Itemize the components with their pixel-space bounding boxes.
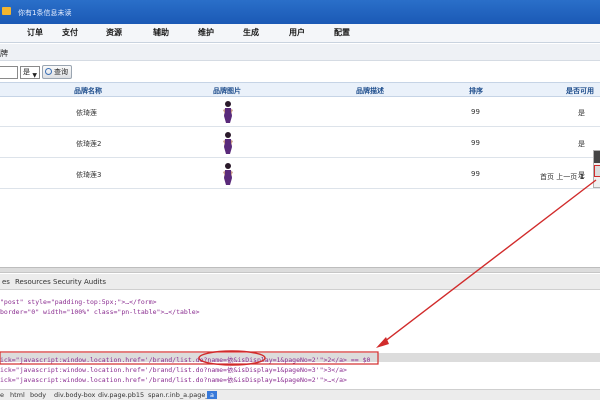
dom-node-link-page2[interactable]: ick="javascript:window.location.href='/b… — [0, 354, 370, 364]
column-header-brand-desc[interactable]: 品牌描述 — [356, 86, 384, 96]
devtab-resources[interactable]: Resources — [15, 278, 51, 286]
menu-item-auxiliary[interactable]: 辅助 — [153, 27, 169, 38]
page-link-2-highlighted[interactable] — [594, 165, 600, 177]
menu-item-orders[interactable]: 订单 — [27, 27, 43, 38]
query-button[interactable]: 查询 — [42, 65, 72, 79]
menu-item-maintenance[interactable]: 维护 — [198, 27, 214, 38]
pager-current[interactable]: 1 — [579, 173, 584, 181]
crumb-html[interactable]: html — [10, 391, 25, 399]
pagination: 首页 上一页 1 — [540, 172, 584, 182]
crumb-e[interactable]: e — [0, 391, 4, 399]
table-row[interactable]: 依琦莲 99 是 — [0, 97, 600, 127]
chevron-down-icon: ▼ — [32, 72, 37, 79]
devtab-security[interactable]: Security — [53, 278, 82, 286]
sort-cell: 99 — [471, 170, 480, 178]
pager-first[interactable]: 首页 — [540, 173, 554, 181]
menu-item-users[interactable]: 用户 — [289, 27, 305, 38]
available-cell: 是 — [578, 109, 585, 117]
brand-name-cell: 依琦莲2 — [76, 140, 102, 148]
dom-node-table[interactable]: border="0" width="100%" class="pn-ltable… — [0, 308, 200, 316]
column-header-available[interactable]: 是否可用 — [566, 86, 594, 96]
available-cell: 是 — [578, 140, 585, 148]
column-header-sort[interactable]: 排序 — [469, 86, 483, 96]
main-menu: 订单 支付 资源 辅助 维护 生成 用户 配置 — [0, 24, 600, 43]
brand-name-cell: 依琦莲3 — [76, 171, 102, 179]
filter-bar: 是 ▼ 查询 — [0, 62, 600, 82]
dom-node-link-page3[interactable]: ick="javascript:window.location.href='/b… — [0, 364, 347, 374]
page-number-box — [593, 150, 600, 188]
dom-node-form[interactable]: "post" style="padding-top:5px;">…</form> — [0, 298, 157, 306]
column-header-brand-image[interactable]: 品牌图片 — [213, 86, 241, 96]
mail-icon[interactable] — [2, 7, 11, 15]
devtools-resize-handle[interactable] — [0, 267, 600, 273]
crumb-span-page[interactable]: span.r.inb_a.page_b — [148, 391, 213, 399]
menu-item-resources[interactable]: 资源 — [106, 27, 122, 38]
devtab-elements[interactable]: es — [2, 278, 10, 286]
column-header-brand-name[interactable]: 品牌名称 — [74, 86, 102, 96]
notification-bar: 你有1条信息未读 — [0, 0, 600, 24]
unread-message[interactable]: 你有1条信息未读 — [18, 8, 71, 18]
query-label: 查询 — [54, 68, 68, 76]
brand-image — [223, 163, 233, 185]
page-link-1[interactable] — [594, 151, 600, 163]
sort-cell: 99 — [471, 139, 480, 147]
menu-item-payment[interactable]: 支付 — [62, 27, 78, 38]
brand-name-input[interactable] — [0, 66, 18, 79]
menu-item-generate[interactable]: 生成 — [243, 27, 259, 38]
breadcrumb: 牌 — [0, 44, 600, 61]
table-header: 品牌名称 品牌图片 品牌描述 排序 是否可用 — [0, 82, 600, 97]
devtools-elements-panel: "post" style="padding-top:5px;">…</form>… — [0, 291, 600, 388]
sort-cell: 99 — [471, 108, 480, 116]
is-display-value: 是 — [23, 68, 30, 76]
search-icon — [45, 68, 52, 75]
menu-item-config[interactable]: 配置 — [334, 27, 350, 38]
crumb-a-active[interactable]: a — [207, 391, 217, 399]
crumb-body[interactable]: body — [30, 391, 46, 399]
brand-image — [223, 101, 233, 123]
pager-prev[interactable]: 上一页 — [556, 173, 577, 181]
brand-name-cell: 依琦莲 — [76, 109, 97, 117]
table-row[interactable]: 依琦莲3 99 是 — [0, 159, 600, 189]
table-row[interactable]: 依琦莲2 99 是 — [0, 128, 600, 158]
devtools-dom-breadcrumbs: e html body div.body-box div.page.pb15 s… — [0, 389, 600, 400]
devtab-audits[interactable]: Audits — [84, 278, 106, 286]
brand-image — [223, 132, 233, 154]
devtools-tabbar: es Resources Security Audits — [0, 274, 600, 290]
breadcrumb-text: 牌 — [0, 49, 8, 58]
dom-node-link-next[interactable]: ick="javascript:window.location.href='/b… — [0, 374, 347, 384]
is-display-select[interactable]: 是 ▼ — [20, 66, 40, 79]
crumb-div-page[interactable]: div.page.pb15 — [98, 391, 144, 399]
crumb-div-body-box[interactable]: div.body-box — [54, 391, 95, 399]
